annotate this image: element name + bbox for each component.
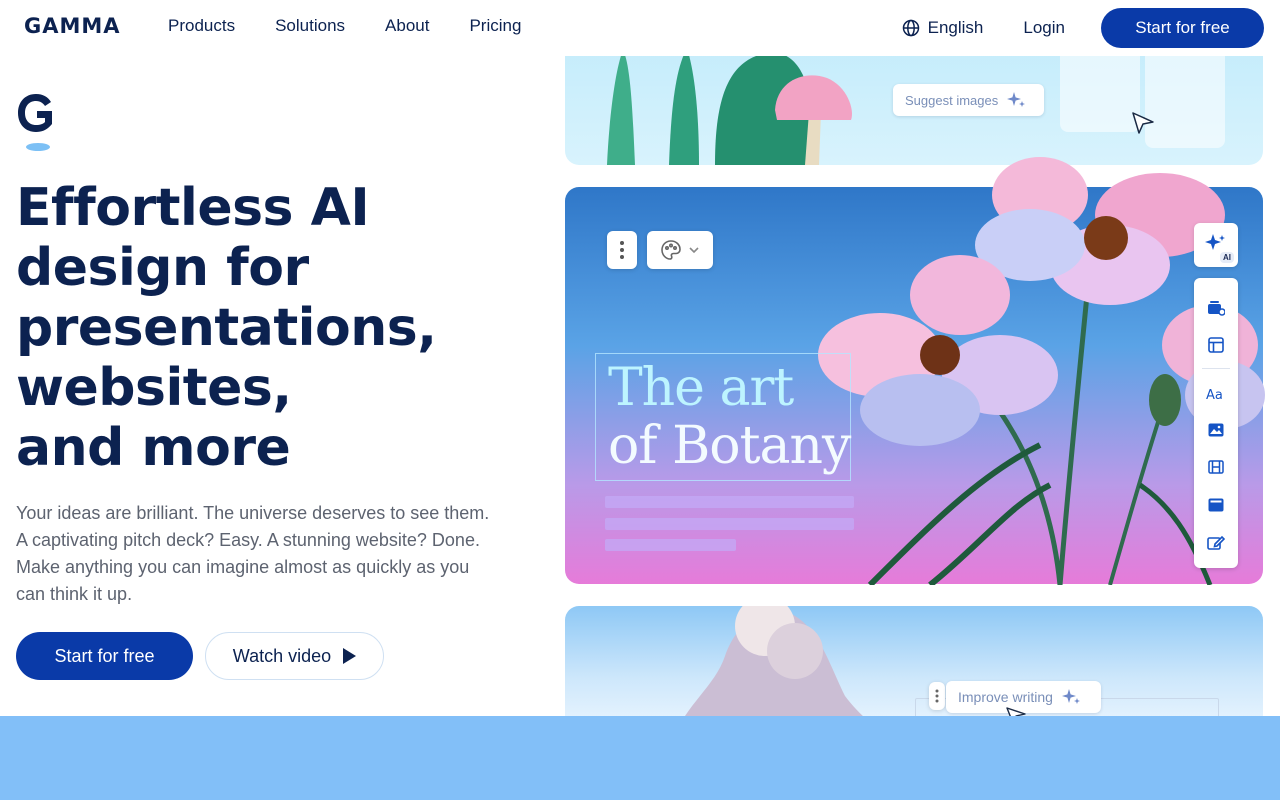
nav-link-solutions[interactable]: Solutions xyxy=(275,16,345,36)
placeholder-text-line xyxy=(605,518,854,530)
image-suggestion-thumb[interactable] xyxy=(1060,44,1140,132)
theme-palette-button[interactable] xyxy=(647,231,713,269)
hero-subtitle-line: can think it up. xyxy=(16,584,133,604)
watch-video-label: Watch video xyxy=(232,645,332,666)
hero-title-line: presentations, xyxy=(16,298,437,358)
hero-title-line: design for xyxy=(16,238,309,298)
palette-icon xyxy=(661,240,681,260)
block-menu-button[interactable] xyxy=(607,231,637,269)
sparkle-icon xyxy=(1007,92,1026,107)
hero-title: Effortless AI design for presentations, … xyxy=(16,178,536,478)
hero-subtitle-line: Your ideas are brilliant. The universe d… xyxy=(16,503,490,523)
kebab-menu-icon xyxy=(620,241,624,259)
gamma-logo[interactable]: GAMMA xyxy=(24,14,121,38)
nav-links: Products Solutions About Pricing xyxy=(168,16,561,36)
nav-right: English Login Start for free xyxy=(902,8,1264,48)
layout-icon[interactable] xyxy=(1206,335,1226,355)
suggest-images-label: Suggest images xyxy=(905,92,999,108)
image-icon[interactable] xyxy=(1206,420,1226,440)
improve-writing-label: Improve writing xyxy=(958,689,1053,705)
hero-start-free-button[interactable]: Start for free xyxy=(16,632,193,680)
hero-title-line: websites, xyxy=(16,358,292,418)
hero-title-line: Effortless AI xyxy=(16,178,370,238)
hero-title-line: and more xyxy=(16,418,291,478)
nav-link-pricing[interactable]: Pricing xyxy=(469,16,521,36)
language-selector[interactable]: English xyxy=(902,18,984,38)
text-style-icon[interactable]: Aa xyxy=(1206,383,1226,403)
image-suggestion-thumb[interactable] xyxy=(1145,44,1225,148)
login-link[interactable]: Login xyxy=(1023,18,1065,38)
editor-side-toolbar: Aa xyxy=(1194,278,1238,568)
language-label: English xyxy=(927,18,984,37)
gamma-g-mark-icon xyxy=(18,94,52,151)
kebab-menu-icon xyxy=(935,689,939,703)
suggest-images-chip[interactable]: Suggest images xyxy=(893,84,1044,116)
hero-subtitle-line: Make anything you can imagine almost as … xyxy=(16,557,470,577)
nav-link-products[interactable]: Products xyxy=(168,16,235,36)
toolbar-divider xyxy=(1202,368,1230,369)
top-navigation: GAMMA Products Solutions About Pricing E… xyxy=(0,0,1280,56)
watch-video-button[interactable]: Watch video xyxy=(205,632,384,680)
nav-link-about[interactable]: About xyxy=(385,16,429,36)
art-title-line-1[interactable]: The art xyxy=(608,358,794,418)
play-icon xyxy=(343,648,357,664)
nav-start-free-button[interactable]: Start for free xyxy=(1101,8,1264,48)
video-icon[interactable] xyxy=(1206,457,1226,477)
edit-icon[interactable] xyxy=(1206,533,1226,553)
hero-subtitle-line: A captivating pitch deck? Easy. A stunni… xyxy=(16,530,480,550)
bottom-color-band xyxy=(0,716,1280,800)
sparkle-icon xyxy=(1061,689,1080,704)
globe-icon xyxy=(902,19,919,37)
placeholder-text-line xyxy=(605,496,854,508)
hero-subtitle: Your ideas are brilliant. The universe d… xyxy=(16,500,516,608)
ai-badge: AI xyxy=(1220,252,1234,263)
placeholder-text-line xyxy=(605,539,736,551)
block-menu-button[interactable] xyxy=(929,682,945,710)
svg-text:Aa: Aa xyxy=(1206,388,1223,400)
ai-assistant-button[interactable]: AI xyxy=(1194,223,1238,267)
art-title-line-2[interactable]: of Botany xyxy=(608,416,851,476)
chevron-down-icon xyxy=(689,247,699,254)
add-card-icon[interactable] xyxy=(1206,298,1226,318)
embed-icon[interactable] xyxy=(1206,495,1226,515)
cursor-arrow-icon xyxy=(1132,112,1154,134)
